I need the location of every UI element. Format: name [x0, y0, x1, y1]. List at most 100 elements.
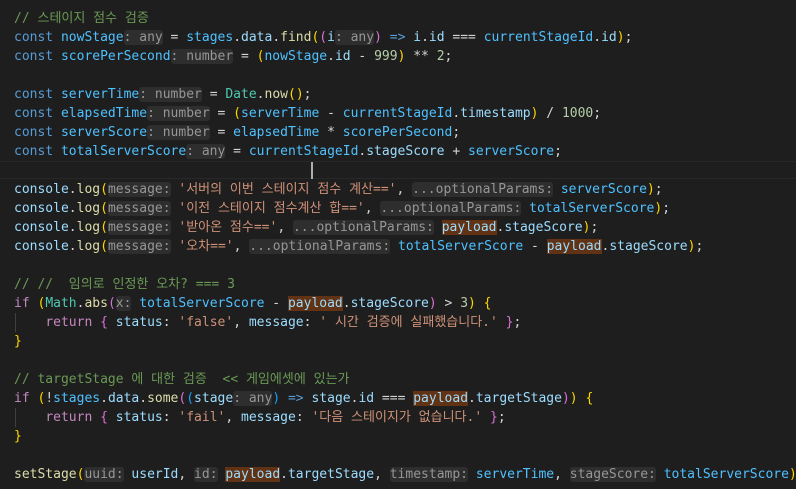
- code-token: scorePerSecond: [60, 49, 171, 64]
- code-editor[interactable]: // 스테이지 점수 검증 const nowStage: any = stage…: [0, 0, 796, 489]
- code-token: message: [248, 315, 304, 330]
- inlay-hint: : number: [147, 106, 210, 121]
- code-line[interactable]: console.log(message: '받아온 점수==', ...opti…: [14, 218, 598, 237]
- code-line[interactable]: return { status: 'false', message: ' 시간 …: [14, 313, 521, 332]
- code-token: serverTime: [475, 467, 555, 482]
- code-token: (: [186, 391, 195, 406]
- code-line[interactable]: console.log(message: '오차==', ...optional…: [14, 237, 703, 256]
- code-token: log: [76, 182, 101, 197]
- code-line[interactable]: const serverScore: number = elapsedTime …: [14, 123, 460, 142]
- code-token: =>: [381, 30, 414, 45]
- code-token: =: [209, 125, 234, 140]
- code-line[interactable]: console.log(message: '이전 스테이지 점수계산 합==',…: [14, 199, 670, 218]
- code-line[interactable]: const elapsedTime: number = (serverTime …: [14, 104, 601, 123]
- code-token: abs: [84, 296, 108, 311]
- code-token: ): [616, 30, 625, 45]
- inlay-hint: message:: [107, 201, 171, 216]
- inlay-hint: ...optionalParams:: [412, 182, 554, 197]
- code-line[interactable]: return { status: 'fail', message: '다음 스테…: [14, 408, 506, 427]
- code-token: now: [264, 87, 288, 102]
- current-line-highlight: [0, 161, 796, 179]
- code-token: console: [14, 220, 69, 235]
- code-token: serverScore: [560, 182, 647, 197]
- inlay-hint: : any: [233, 391, 273, 406]
- code-line[interactable]: console.log(message: '서버의 이번 스테이지 점수 계산=…: [14, 180, 663, 199]
- code-line[interactable]: if (!stages.data.some((stage: any) => st…: [14, 389, 593, 408]
- code-token: ,: [233, 239, 250, 254]
- code-line[interactable]: }: [14, 427, 22, 446]
- code-token: stageScore: [350, 296, 429, 311]
- code-token: payload: [441, 220, 497, 235]
- code-token: ;: [452, 125, 461, 140]
- code-token: ;: [593, 106, 602, 121]
- code-token: .: [452, 106, 461, 121]
- code-token: targetStage: [287, 467, 375, 482]
- code-token: stage: [311, 391, 351, 406]
- code-token: ;: [662, 201, 671, 216]
- code-token: -: [350, 49, 375, 64]
- code-line[interactable]: }: [14, 332, 22, 351]
- code-token: console: [14, 182, 69, 197]
- code-line[interactable]: // 스테이지 점수 검증: [14, 9, 149, 28]
- code-token: *: [319, 125, 343, 140]
- code-line[interactable]: // targetStage 에 대한 검증 << 게임에셋에 있는가: [14, 370, 350, 389]
- code-token: ;: [513, 315, 522, 330]
- code-line[interactable]: setStage(uuid: userId, id: payload.targe…: [14, 465, 796, 484]
- code-token: ;: [554, 144, 562, 159]
- code-line[interactable]: // // 임의로 인정한 오차? === 3: [14, 275, 235, 294]
- code-token: ): [468, 296, 476, 311]
- code-token: stages: [53, 391, 101, 406]
- code-token: elapsedTime: [233, 125, 320, 140]
- code-token: currentStageId: [248, 144, 359, 159]
- code-token: :: [303, 315, 320, 330]
- code-token: '서버의 이번 스테이지 점수 계산==': [178, 182, 397, 197]
- code-token: {: [483, 296, 492, 311]
- code-line[interactable]: const serverTime: number = Date.now();: [14, 85, 311, 104]
- code-token: const: [14, 87, 61, 102]
- code-token: >: [436, 296, 461, 311]
- code-token: .: [100, 391, 108, 406]
- code-token: ' 시간 검증에 실패했습니다.': [319, 315, 498, 330]
- code-token: 'false': [178, 315, 234, 330]
- code-token: ,: [233, 315, 249, 330]
- code-line[interactable]: const nowStage: any = stages.data.find((…: [14, 28, 632, 47]
- code-token: nowStage: [60, 30, 124, 45]
- code-token: .: [139, 391, 148, 406]
- code-token: '오차==': [178, 239, 234, 254]
- code-token: currentStageId: [483, 30, 594, 45]
- code-token: (: [100, 182, 108, 197]
- code-token: }: [490, 410, 498, 425]
- code-token: }: [14, 334, 22, 349]
- code-token: ,: [178, 467, 195, 482]
- code-token: 3: [460, 296, 469, 311]
- code-token: {: [100, 315, 108, 330]
- inlay-hint: : any: [186, 144, 226, 159]
- code-token: :: [162, 315, 179, 330]
- code-token: =>: [280, 391, 312, 406]
- code-token: targetStage: [475, 391, 562, 406]
- code-token: .: [68, 182, 77, 197]
- code-token: ;: [654, 182, 663, 197]
- code-token: ): [374, 30, 382, 45]
- code-token: payload: [287, 296, 343, 311]
- code-token: Math: [45, 296, 77, 311]
- code-token: ;: [497, 410, 506, 425]
- code-token: userId: [131, 467, 179, 482]
- inlay-hint: message:: [107, 182, 171, 197]
- inlay-hint: ...optionalParams:: [380, 201, 522, 216]
- code-token: const: [14, 49, 61, 64]
- code-line[interactable]: if (Math.abs(x: totalServerScore - paylo…: [14, 294, 492, 313]
- code-token: nowStage: [264, 49, 328, 64]
- inlay-hint: uuid:: [84, 467, 124, 482]
- code-line[interactable]: const scorePerSecond: number = (nowStage…: [14, 47, 452, 66]
- code-token: .: [68, 220, 77, 235]
- code-line[interactable]: const totalServerScore: any = currentSta…: [14, 142, 562, 161]
- code-token: ;: [444, 49, 453, 64]
